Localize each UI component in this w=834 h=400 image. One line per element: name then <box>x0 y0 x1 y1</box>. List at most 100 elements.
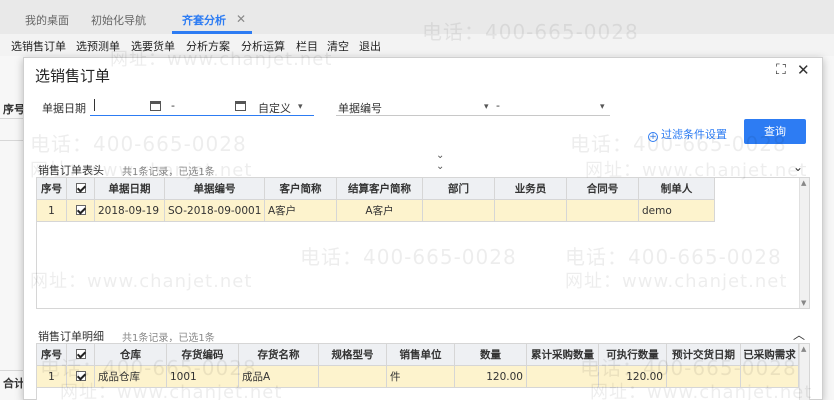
item-name-cell: 成品A <box>238 365 319 388</box>
scroll-up-icon[interactable]: ▲ <box>801 179 806 187</box>
scroll-down-icon[interactable]: ▼ <box>801 299 806 307</box>
select-all-header[interactable] <box>66 343 95 366</box>
column-header[interactable]: 结算客户简称 <box>336 177 423 200</box>
column-header[interactable]: 客户简称 <box>264 177 337 200</box>
background-footer-label: 合计 <box>3 377 25 390</box>
tab-kit-analysis[interactable]: 齐套分析 <box>182 12 226 28</box>
select-forecast-button[interactable]: 选预测单 <box>76 38 120 54</box>
code-range-separator: - <box>496 99 500 112</box>
order-date-cell: 2018-09-19 <box>94 199 165 222</box>
item-code-cell: 1001 <box>166 365 239 388</box>
date-range-separator: - <box>171 99 175 112</box>
background-column-header: 序号 <box>3 103 25 116</box>
column-header[interactable]: 序号 <box>36 343 67 366</box>
header-section-title: 销售订单表头 <box>38 164 104 177</box>
warehouse-cell: 成品仓库 <box>94 365 167 388</box>
row-checkbox[interactable] <box>75 370 86 381</box>
double-chevron-down-icon[interactable]: ⌄ ⌄ <box>436 150 444 172</box>
analysis-scheme-button[interactable]: 分析方案 <box>186 38 230 54</box>
close-icon[interactable]: ✕ <box>236 12 246 26</box>
maker-cell: demo <box>638 199 715 222</box>
chevron-down-icon[interactable]: ▾ <box>484 102 489 112</box>
background-divider <box>0 370 24 371</box>
column-header[interactable]: 单据日期 <box>94 177 165 200</box>
quantity-cell: 120.00 <box>454 365 527 388</box>
chevron-down-icon[interactable]: ▾ <box>600 102 605 112</box>
unit-cell: 件 <box>386 365 455 388</box>
code-filter-input[interactable] <box>336 115 610 116</box>
settle-customer-cell: A客户 <box>336 199 423 222</box>
department-cell <box>422 199 495 222</box>
row-checkbox[interactable] <box>75 204 86 215</box>
contract-cell <box>566 199 639 222</box>
select-sales-order-dialog: 选销售订单 ⛶ ✕ 单据日期 - 自定义 ▾ 单据编号 ▾ - ▾ + 过滤条件设… <box>23 57 823 400</box>
table-row[interactable]: 1 2018-09-19 SO-2018-09-0001 A客户 A客户 dem… <box>36 199 715 222</box>
query-button[interactable]: 查询 <box>744 119 806 144</box>
clear-button[interactable]: 清空 <box>327 38 349 54</box>
column-header[interactable]: 规格型号 <box>318 343 387 366</box>
date-filter-input[interactable] <box>90 115 314 116</box>
filter-settings-label: 过滤条件设置 <box>661 128 727 141</box>
sales-order-header-table: 序号 单据日期 单据编号 客户简称 结算客户简称 部门 业务员 合同号 制单人 … <box>36 177 715 222</box>
chevron-down-icon[interactable]: ▾ <box>298 102 303 112</box>
vertical-scrollbar[interactable]: ▲ ▼ <box>799 178 809 308</box>
calendar-icon[interactable] <box>150 101 161 111</box>
row-select-cell[interactable] <box>66 199 95 222</box>
column-header[interactable]: 存货名称 <box>238 343 319 366</box>
dialog-title: 选销售订单 <box>35 67 111 85</box>
select-sales-order-button[interactable]: 选销售订单 <box>11 38 66 54</box>
select-requisition-button[interactable]: 选要货单 <box>131 38 175 54</box>
filter-settings-link[interactable]: + 过滤条件设置 <box>648 126 727 142</box>
select-all-checkbox[interactable] <box>75 182 86 193</box>
tab-init-navigation[interactable]: 初始化导航 <box>91 12 146 28</box>
chevron-up-icon[interactable]: ︿ <box>793 326 805 343</box>
date-mode-select[interactable]: 自定义 <box>258 100 291 116</box>
purchased-demand-cell <box>740 365 799 388</box>
column-header[interactable]: 可执行数量 <box>598 343 667 366</box>
spec-cell <box>318 365 387 388</box>
scroll-up-icon[interactable]: ▲ <box>801 345 806 353</box>
order-code-cell: SO-2018-09-0001 <box>164 199 265 222</box>
date-filter-label: 单据日期 <box>42 102 86 115</box>
exit-button[interactable]: 退出 <box>359 38 381 54</box>
columns-button[interactable]: 栏目 <box>296 38 318 54</box>
analysis-run-button[interactable]: 分析运算 <box>241 38 285 54</box>
column-header[interactable]: 预计交货日期 <box>666 343 741 366</box>
column-header[interactable]: 数量 <box>454 343 527 366</box>
salesman-cell <box>494 199 567 222</box>
column-header[interactable]: 存货编码 <box>166 343 239 366</box>
tab-my-desktop[interactable]: 我的桌面 <box>25 12 69 28</box>
code-filter-label: 单据编号 <box>338 102 382 115</box>
column-header[interactable]: 销售单位 <box>386 343 455 366</box>
maximize-icon[interactable]: ⛶ <box>776 62 786 78</box>
row-number: 1 <box>36 199 67 222</box>
row-number: 1 <box>36 365 67 388</box>
column-header[interactable]: 仓库 <box>94 343 167 366</box>
plus-circle-icon: + <box>648 132 658 142</box>
column-header[interactable]: 已采购需求 <box>740 343 799 366</box>
detail-section-summary: 共1条记录，已选1条 <box>122 333 215 344</box>
select-all-header[interactable] <box>66 177 95 200</box>
background-divider <box>0 118 24 119</box>
toolbar: 选销售订单 选预测单 选要货单 分析方案 分析运算 栏目 清空 退出 <box>0 34 834 56</box>
column-header[interactable]: 业务员 <box>494 177 567 200</box>
column-header[interactable]: 制单人 <box>638 177 715 200</box>
table-row[interactable]: 1 成品仓库 1001 成品A 件 120.00 120.00 <box>36 365 799 388</box>
column-header[interactable]: 部门 <box>422 177 495 200</box>
executable-qty-cell: 120.00 <box>598 365 667 388</box>
table-header-row: 序号 单据日期 单据编号 客户简称 结算客户简称 部门 业务员 合同号 制单人 <box>36 177 715 200</box>
column-header[interactable]: 累计采购数量 <box>526 343 599 366</box>
background-divider <box>0 140 24 141</box>
chevron-down-icon[interactable]: ⌄ <box>793 160 803 174</box>
calendar-icon[interactable] <box>235 101 246 111</box>
column-header[interactable]: 序号 <box>36 177 67 200</box>
column-header[interactable]: 合同号 <box>566 177 639 200</box>
purchased-qty-cell <box>526 365 599 388</box>
vertical-scrollbar[interactable]: ▲ <box>799 344 809 400</box>
close-icon[interactable]: ✕ <box>797 61 810 79</box>
sales-order-detail-table: 序号 仓库 存货编码 存货名称 规格型号 销售单位 数量 累计采购数量 可执行数… <box>36 343 799 388</box>
column-header[interactable]: 单据编号 <box>164 177 265 200</box>
row-select-cell[interactable] <box>66 365 95 388</box>
delivery-date-cell <box>666 365 741 388</box>
select-all-checkbox[interactable] <box>75 348 86 359</box>
